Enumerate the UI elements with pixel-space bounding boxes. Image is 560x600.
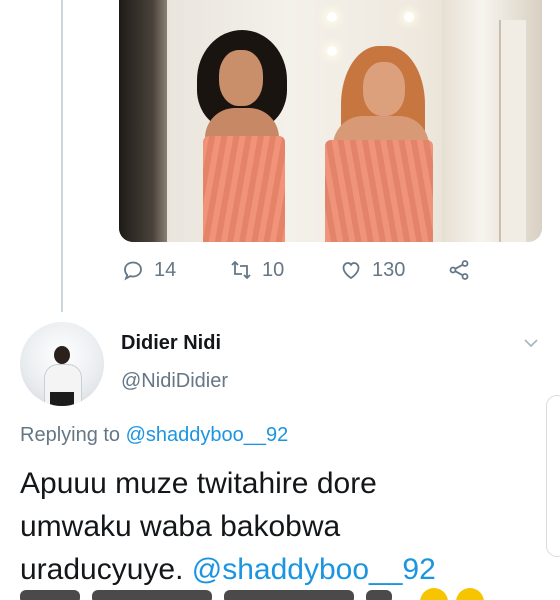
photo-ceiling-light bbox=[404, 12, 414, 22]
photo-person-left-towel bbox=[203, 136, 285, 242]
replying-to-mention[interactable]: @shaddyboo__92 bbox=[126, 424, 289, 446]
replying-to-line: Replying to @shaddyboo__92 bbox=[20, 424, 288, 447]
avatar-figure-head bbox=[54, 346, 70, 364]
tweet-text-line: umwaku waba bakobwa bbox=[20, 510, 341, 543]
adjacent-card-edge bbox=[546, 395, 560, 557]
tweet-text-line: Apuuu muze twitahire dore bbox=[20, 467, 377, 500]
avatar[interactable] bbox=[20, 322, 104, 406]
photo-person-right-towel bbox=[325, 140, 433, 242]
tweet-menu-button[interactable] bbox=[522, 334, 540, 352]
cutoff-word bbox=[224, 590, 354, 600]
tweet-text-cutoff-line bbox=[20, 586, 540, 600]
tweet-media-photo[interactable] bbox=[119, 0, 542, 242]
retweet-count: 10 bbox=[262, 258, 285, 281]
like-icon bbox=[342, 262, 360, 280]
cutoff-word bbox=[366, 590, 392, 600]
tweet-action-bar: 14 10 130 bbox=[119, 253, 539, 287]
chevron-down-icon bbox=[524, 339, 538, 348]
cutoff-word bbox=[92, 590, 212, 600]
reply-icon bbox=[124, 261, 142, 281]
like-count: 130 bbox=[372, 258, 406, 281]
replying-to-label: Replying to bbox=[20, 424, 121, 446]
like-button[interactable]: 130 bbox=[339, 258, 405, 282]
retweet-button[interactable]: 10 bbox=[229, 258, 284, 282]
tweet-text-segment: uraducyuye. bbox=[20, 553, 184, 586]
author-handle[interactable]: @NidiDidier bbox=[121, 370, 228, 393]
tweet-mention-link[interactable]: @shaddyboo__92 bbox=[192, 553, 436, 586]
photo-door bbox=[499, 20, 526, 242]
photo-person-left-face bbox=[219, 50, 263, 106]
share-button[interactable] bbox=[447, 258, 471, 282]
photo-person-right-face bbox=[363, 62, 405, 116]
thread-connector-line bbox=[61, 0, 63, 312]
emoji-icon bbox=[456, 588, 484, 600]
avatar-figure-legs bbox=[50, 392, 74, 406]
tweet-text-line: uraducyuye. @shaddyboo__92 bbox=[20, 548, 540, 591]
reply-count: 14 bbox=[154, 258, 177, 281]
author-display-name[interactable]: Didier Nidi bbox=[121, 332, 221, 355]
cutoff-word bbox=[20, 590, 80, 600]
photo-wall-left bbox=[119, 0, 167, 242]
share-icon bbox=[449, 260, 469, 280]
tweet-body: Apuuu muze twitahire dore umwaku waba ba… bbox=[20, 462, 540, 591]
photo-panel-right bbox=[442, 0, 542, 242]
photo-ceiling-light bbox=[327, 12, 337, 22]
retweet-icon bbox=[231, 260, 251, 280]
emoji-icon bbox=[420, 588, 448, 600]
photo-ceiling-light bbox=[327, 46, 337, 56]
reply-button[interactable]: 14 bbox=[121, 258, 176, 282]
